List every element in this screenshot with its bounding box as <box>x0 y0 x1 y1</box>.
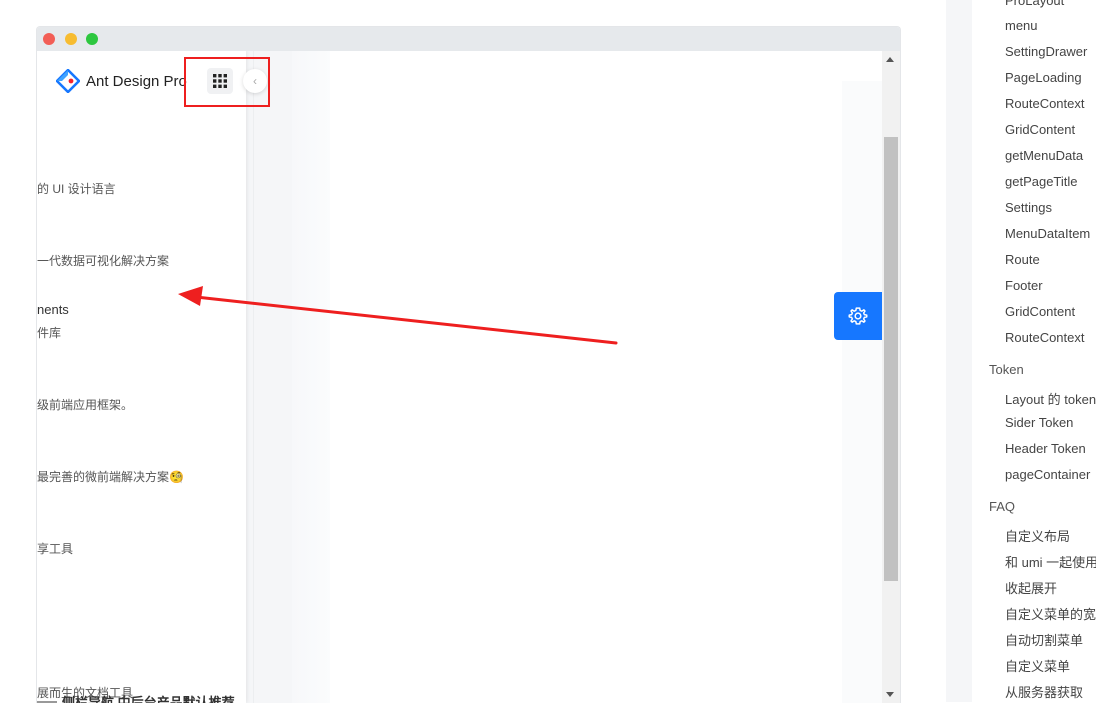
scroll-up-arrow-icon[interactable] <box>886 57 894 62</box>
nav-item-layout-token[interactable]: Layout 的 token <box>1005 389 1096 408</box>
nav-item-prolayout[interactable]: ProLayout <box>1005 0 1064 8</box>
nav-item-getmenudata[interactable]: getMenuData <box>1005 148 1083 163</box>
annotation-arrow <box>178 286 618 345</box>
nav-item-custom-menu[interactable]: 自定义菜单 <box>1005 656 1070 675</box>
nav-item-server-menu[interactable]: 从服务器获取 <box>1005 682 1083 701</box>
nav-item-menu[interactable]: menu <box>1005 18 1038 33</box>
nav-item-settingdrawer[interactable]: SettingDrawer <box>1005 44 1087 59</box>
nav-item-routecontext[interactable]: RouteContext <box>1005 96 1085 111</box>
nav-item-route[interactable]: Route <box>1005 252 1040 267</box>
app-desc-qiankun[interactable]: 最完善的微前端解决方案🧐 <box>37 468 184 485</box>
doc-nav-gap <box>946 0 972 702</box>
nav-item-menu-width[interactable]: 自定义菜单的宽度 <box>1005 604 1096 623</box>
nav-item-getpagetitle[interactable]: getPageTitle <box>1005 174 1078 189</box>
scroll-down-arrow-icon[interactable] <box>886 692 894 697</box>
nav-item-footer[interactable]: Footer <box>1005 278 1043 293</box>
nav-item-gridcontent-2[interactable]: GridContent <box>1005 304 1075 319</box>
nav-item-gridcontent[interactable]: GridContent <box>1005 122 1075 137</box>
section-heading-partial: 侧栏导航 中后台产品默认推荐 <box>62 695 235 703</box>
nav-group-token[interactable]: Token <box>989 362 1024 377</box>
doc-side-nav: ProLayout menu SettingDrawer PageLoading… <box>972 0 1096 702</box>
nav-item-custom-layout[interactable]: 自定义布局 <box>1005 526 1070 545</box>
nav-item-pageloading[interactable]: PageLoading <box>1005 70 1082 85</box>
settings-drawer-button[interactable] <box>834 292 882 340</box>
nav-item-header-token[interactable]: Header Token <box>1005 441 1086 456</box>
nav-group-faq[interactable]: FAQ <box>989 499 1015 514</box>
nav-item-menudataitem[interactable]: MenuDataItem <box>1005 226 1090 241</box>
nav-item-routecontext-2[interactable]: RouteContext <box>1005 330 1085 345</box>
nav-item-sider-token[interactable]: Sider Token <box>1005 415 1073 430</box>
nav-item-collapse[interactable]: 收起展开 <box>1005 578 1057 597</box>
scrollbar-thumb[interactable] <box>884 137 898 581</box>
content-right-strip <box>842 81 882 703</box>
nav-item-split-menu[interactable]: 自动切割菜单 <box>1005 630 1083 649</box>
nav-item-with-umi[interactable]: 和 umi 一起使用 <box>1005 552 1096 571</box>
app-desc-share-tool[interactable]: 享工具 <box>37 540 73 557</box>
vertical-scrollbar[interactable] <box>882 51 900 703</box>
gear-icon <box>848 307 868 325</box>
app-desc-umi[interactable]: 级前端应用框架。 <box>37 396 133 413</box>
nav-item-settings[interactable]: Settings <box>1005 200 1052 215</box>
nav-item-pagecontainer[interactable]: pageContainer <box>1005 467 1090 482</box>
